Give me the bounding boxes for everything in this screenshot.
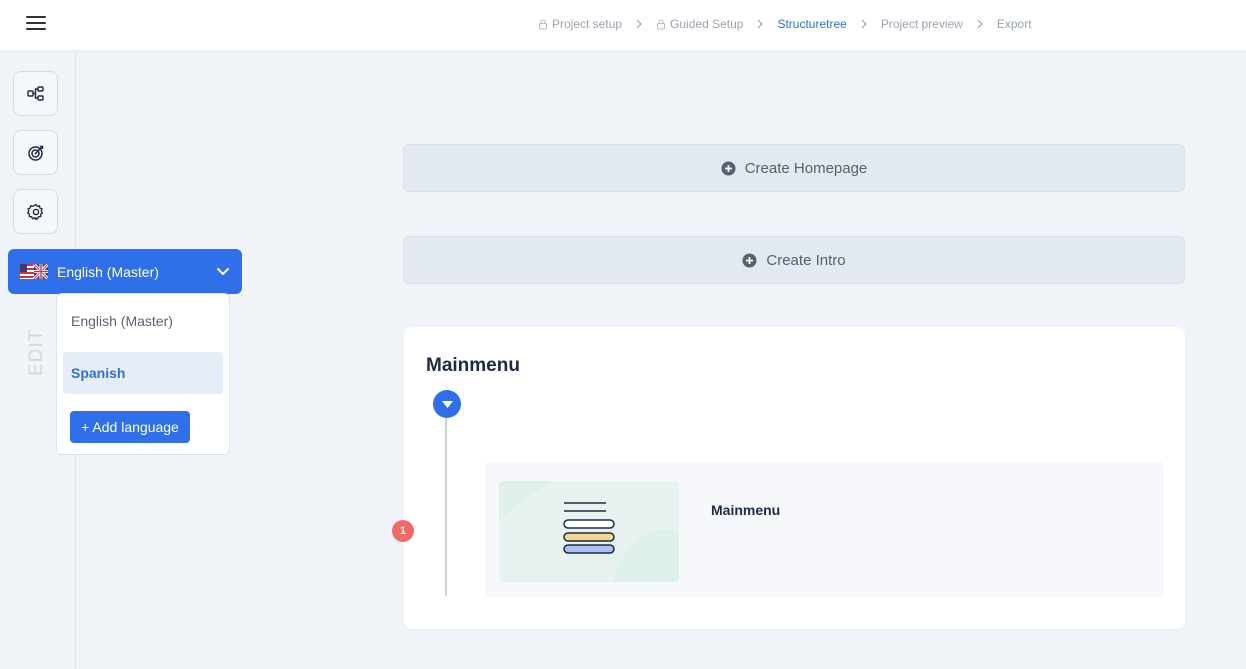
breadcrumb-label: Guided Setup — [670, 17, 744, 31]
chevron-right-icon — [757, 19, 764, 29]
hamburger-menu-icon[interactable] — [26, 16, 46, 32]
lock-icon — [657, 19, 666, 29]
breadcrumb-project-setup[interactable]: Project setup — [538, 17, 622, 31]
plus-circle-icon — [721, 161, 736, 175]
chevron-right-icon — [636, 19, 642, 29]
tree-line — [445, 418, 447, 596]
us-uk-flag-icon — [20, 264, 48, 279]
breadcrumb: Project setup Guided Setup Structuretree… — [538, 17, 1032, 31]
menu-item[interactable]: Mainmenu — [485, 462, 1164, 597]
breadcrumb-export[interactable]: Export — [997, 17, 1032, 31]
language-menu: English (Master) Spanish + Add language — [56, 293, 230, 455]
mainmenu-card: Mainmenu Mainmenu — [404, 327, 1185, 629]
breadcrumb-label: Export — [996, 17, 1032, 31]
breadcrumb-structuretree[interactable]: Structuretree — [777, 17, 846, 31]
chevron-right-icon — [977, 19, 983, 29]
lock-icon — [539, 19, 547, 29]
selected-language: English (Master) — [57, 263, 159, 280]
breadcrumb-label: Structuretree — [777, 17, 847, 31]
menu-title: Mainmenu — [426, 355, 520, 376]
structure-button[interactable] — [13, 71, 58, 116]
breadcrumb-label: Project setup — [552, 17, 623, 31]
collapse-toggle[interactable] — [433, 390, 461, 418]
menu-thumbnail — [499, 481, 679, 582]
language-option-english[interactable]: English (Master) — [63, 300, 223, 342]
goals-button[interactable] — [13, 130, 58, 175]
add-language-button[interactable]: + Add language — [70, 411, 190, 443]
create-intro-label: Create Intro — [766, 251, 846, 269]
breadcrumb-project-preview[interactable]: Project preview — [881, 17, 963, 31]
mode-label: EDIT — [26, 328, 47, 376]
breadcrumb-guided-setup[interactable]: Guided Setup — [656, 17, 743, 31]
chevron-down-icon — [216, 263, 230, 281]
caret-down-icon — [441, 400, 453, 408]
create-homepage-label: Create Homepage — [744, 159, 868, 177]
notification-badge[interactable]: 1 — [392, 520, 414, 542]
sitemap-icon — [26, 85, 44, 101]
chevron-right-icon — [861, 19, 867, 29]
menu-illustration-icon — [499, 481, 679, 582]
top-bar: Project setup Guided Setup Structuretree… — [0, 0, 1246, 51]
plus-circle-icon — [742, 253, 757, 267]
breadcrumb-label: Project preview — [880, 17, 963, 31]
create-intro-button[interactable]: Create Intro — [403, 236, 1185, 284]
target-icon — [27, 145, 43, 161]
language-option-spanish[interactable]: Spanish — [63, 352, 223, 394]
gear-icon — [26, 203, 43, 220]
settings-button[interactable] — [13, 189, 58, 234]
create-homepage-button[interactable]: Create Homepage — [403, 144, 1185, 192]
language-dropdown[interactable]: English (Master) — [8, 249, 242, 294]
menu-item-name: Mainmenu — [711, 502, 781, 518]
